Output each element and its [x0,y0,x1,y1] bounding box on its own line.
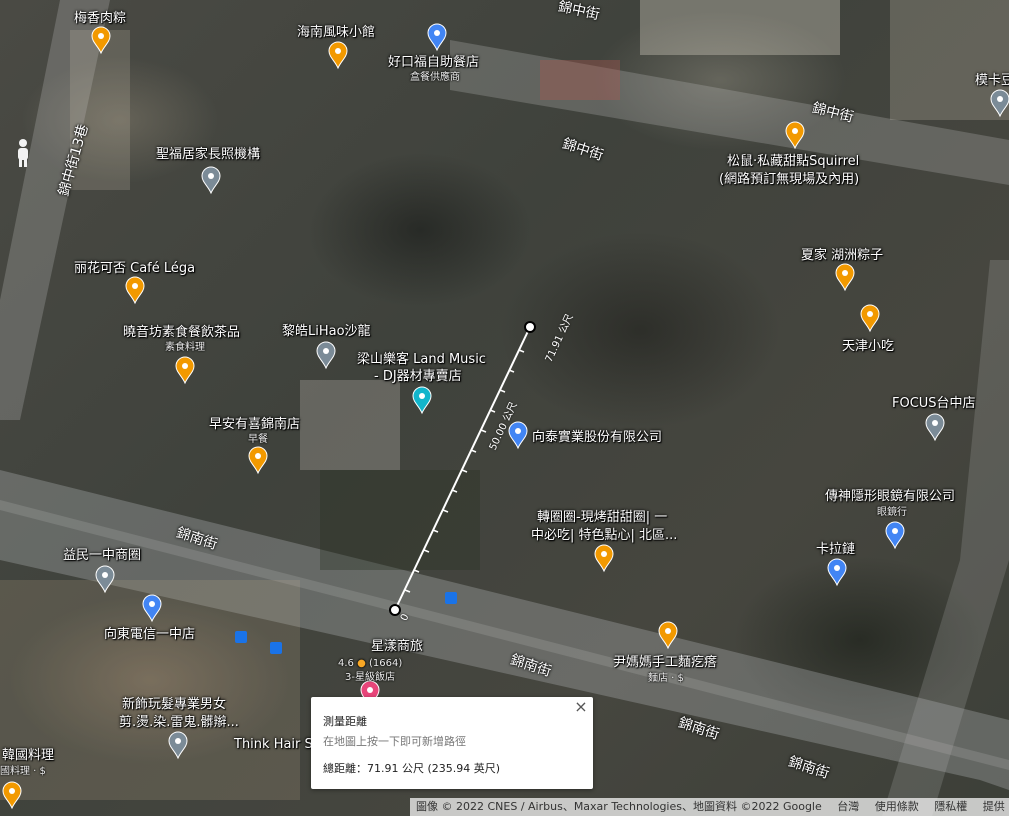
privacy-link[interactable]: 隱私權 [934,800,967,813]
total-distance: 總距離：71.91 公尺 (235.94 英尺) [323,762,501,775]
panel-title: 測量距離 [323,715,367,728]
feedback-link[interactable]: 提供 [983,800,1005,813]
map-footer: 圖像 © 2022 CNES / Airbus、Maxar Technologi… [410,798,1009,816]
measure-end-handle[interactable] [524,321,536,333]
measure-distance-panel: 測量距離 在地圖上按一下即可新增路徑 總距離：71.91 公尺 (235.94 … [311,697,593,789]
terms-link[interactable]: 使用條款 [875,800,919,813]
region-label[interactable]: 台灣 [837,800,859,813]
close-icon[interactable]: × [573,699,589,715]
pegman-icon[interactable] [14,138,32,172]
panel-hint: 在地圖上按一下即可新增路徑 [323,735,466,748]
attribution-text: 圖像 © 2022 CNES / Airbus、Maxar Technologi… [416,800,822,813]
measure-start-handle[interactable] [389,604,401,616]
bottom-edge [0,816,1009,823]
